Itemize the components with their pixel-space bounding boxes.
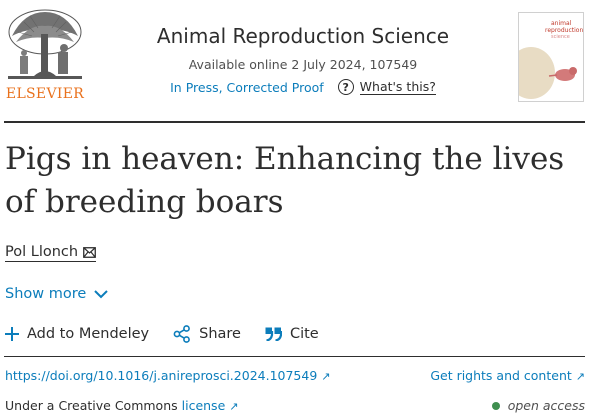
- external-link-icon: ↗: [229, 400, 239, 413]
- show-more-label: Show more: [5, 286, 87, 302]
- article-status-row: In Press, Corrected Proof ? What's this?: [150, 79, 456, 95]
- actions-divider: [4, 356, 585, 357]
- external-link-icon: ↗: [575, 370, 585, 383]
- article-status: In Press, Corrected Proof: [170, 79, 324, 95]
- license-statement: Under a Creative Commons license ↗: [5, 398, 238, 413]
- rights-link[interactable]: Get rights and content ↗: [430, 368, 585, 383]
- external-link-icon: ↗: [321, 370, 331, 383]
- journal-title-link[interactable]: Animal Reproduction Science: [150, 24, 456, 48]
- add-to-mendeley-button[interactable]: Add to Mendeley: [5, 326, 149, 342]
- plus-icon: [5, 327, 19, 341]
- author-link[interactable]: Pol Llonch: [5, 244, 97, 262]
- cover-title-line2: reproduction: [545, 27, 583, 34]
- available-online-date: Available online 2 July 2024, 107549: [188, 57, 418, 72]
- author-name: Pol Llonch: [5, 244, 79, 260]
- email-icon: [83, 246, 96, 258]
- add-to-mendeley-label: Add to Mendeley: [27, 326, 150, 342]
- share-label: Share: [199, 326, 241, 342]
- share-button[interactable]: Share: [173, 325, 241, 343]
- doi-link[interactable]: https://doi.org/10.1016/j.anireprosci.20…: [5, 368, 331, 383]
- journal-cover-image[interactable]: animal reproduction science: [518, 12, 584, 102]
- article-actions: Add to Mendeley Share Cite: [5, 325, 319, 343]
- license-prefix: Under a Creative Commons: [5, 398, 178, 413]
- share-icon: [173, 325, 191, 343]
- journal-cover-art: animal reproduction science: [519, 13, 583, 101]
- whats-this-label: What's this?: [359, 79, 436, 95]
- doi-text: https://doi.org/10.1016/j.anireprosci.20…: [5, 368, 318, 383]
- article-title: Pigs in heaven: Enhancing the lives of b…: [5, 141, 565, 220]
- cover-title-line3: science: [551, 34, 570, 40]
- rights-text: Get rights and content: [430, 368, 572, 383]
- open-access-badge: open access: [491, 398, 585, 413]
- cover-title-line1: animal: [551, 20, 572, 27]
- quote-icon: [265, 327, 282, 341]
- cite-button[interactable]: Cite: [265, 326, 319, 342]
- license-link[interactable]: license ↗: [182, 398, 239, 413]
- license-link-text: license: [181, 398, 226, 413]
- doi-row: https://doi.org/10.1016/j.anireprosci.20…: [5, 368, 585, 383]
- open-access-dot-icon: [491, 401, 500, 410]
- open-access-label: open access: [507, 398, 585, 413]
- chevron-down-icon: [94, 289, 109, 298]
- license-row: Under a Creative Commons license ↗ open a…: [5, 398, 585, 413]
- question-icon: ?: [337, 79, 354, 95]
- publisher-wordmark: ELSEVIER: [5, 86, 85, 102]
- whats-this-button[interactable]: ? What's this?: [337, 79, 436, 95]
- elsevier-tree-icon: [8, 9, 82, 79]
- header-divider: [4, 121, 585, 123]
- show-more-button[interactable]: Show more: [5, 286, 109, 302]
- cite-label: Cite: [289, 326, 319, 342]
